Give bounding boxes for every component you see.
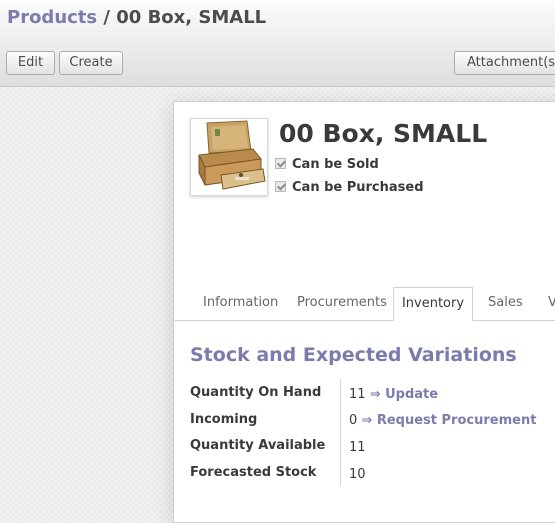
can-be-purchased-label: Can be Purchased [292,180,424,195]
breadcrumb: Products / 00 Box, SMALL [7,7,266,28]
field-divider [340,379,341,486]
quantity-available-value: 11 [349,440,366,455]
tab-sales[interactable]: Sales [488,287,523,319]
form-sheet: 00 Box, SMALL Can be Sold Can be Purchas… [173,101,555,523]
breadcrumb-separator: / [103,7,110,28]
tab-inventory[interactable]: Inventory [393,287,473,321]
can-be-sold-field: Can be Sold [275,157,379,172]
notebook-tabs: Information Procurements Inventory Sales… [174,287,555,321]
wooden-box-image [191,119,267,195]
field-label-forecasted-stock: Forecasted Stock [190,465,317,480]
attachments-dropdown[interactable]: Attachment(s)▼ [454,51,555,75]
incoming-value: 0 [349,413,358,428]
request-procurement-link[interactable]: ⇒ Request Procurement [361,413,536,428]
tab-procurements[interactable]: Procurements [297,287,387,319]
field-value-quantity-on-hand: 11 ⇒ Update [349,387,438,402]
field-label-quantity-available: Quantity Available [190,438,326,453]
field-label-quantity-on-hand: Quantity On Hand [190,385,322,400]
breadcrumb-products-link[interactable]: Products [7,7,97,28]
tab-more[interactable]: V [548,287,555,319]
can-be-sold-checkbox[interactable] [275,158,286,169]
control-panel: Products / 00 Box, SMALL Edit Create Att… [0,0,555,87]
product-name: 00 Box, SMALL [279,119,488,148]
tab-information[interactable]: Information [203,287,278,319]
update-link[interactable]: ⇒ Update [370,387,438,402]
breadcrumb-current: 00 Box, SMALL [116,7,267,28]
attachments-label: Attachment(s) [467,55,555,70]
forecasted-stock-value: 10 [349,467,366,482]
create-button[interactable]: Create [59,51,123,75]
product-image[interactable] [190,118,268,196]
can-be-purchased-field: Can be Purchased [275,180,424,195]
can-be-sold-label: Can be Sold [292,157,379,172]
field-label-incoming: Incoming [190,412,258,427]
can-be-purchased-checkbox[interactable] [275,181,286,192]
quantity-on-hand-value: 11 [349,387,366,402]
field-value-incoming: 0 ⇒ Request Procurement [349,413,536,428]
edit-button[interactable]: Edit [6,51,55,75]
section-title: Stock and Expected Variations [190,344,517,366]
